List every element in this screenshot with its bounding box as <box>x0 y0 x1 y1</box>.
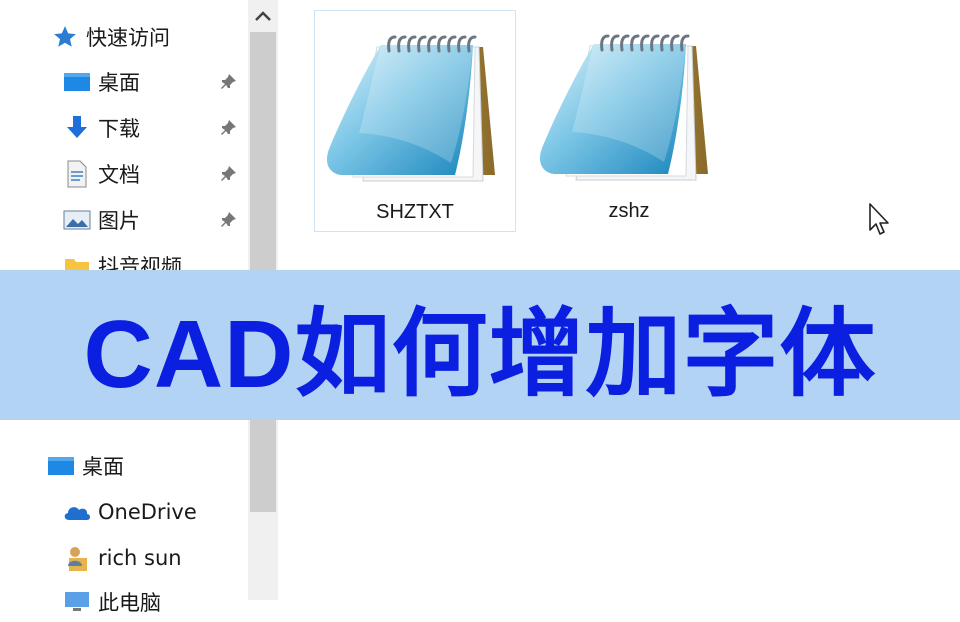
user-folder-icon <box>62 543 92 573</box>
nav-item-label: 桌面 <box>82 455 124 479</box>
file-item-zshz[interactable]: zshz <box>528 10 730 232</box>
file-name: zshz <box>608 200 650 222</box>
notepad-icon <box>536 24 716 194</box>
nav-item-desktop[interactable]: 桌面 <box>62 62 140 102</box>
nav-item-label: 桌面 <box>98 71 140 95</box>
title-banner: CAD如何增加字体 <box>0 270 960 420</box>
file-item-shztxt[interactable]: SHZTXT <box>314 10 516 232</box>
nav-quick-access[interactable]: 快速访问 <box>50 17 170 57</box>
nav-item-label: 文档 <box>98 163 140 187</box>
notepad-icon <box>323 25 503 195</box>
pin-icon <box>218 71 240 93</box>
nav-item-pictures[interactable]: 图片 <box>62 200 140 240</box>
pin-icon <box>218 117 240 139</box>
chevron-up-icon <box>255 11 271 21</box>
desktop-folder-icon <box>46 451 76 481</box>
nav-item-user[interactable]: rich sun <box>62 538 182 578</box>
nav-item-downloads[interactable]: 下载 <box>62 108 140 148</box>
star-icon <box>50 22 80 52</box>
computer-icon <box>62 587 92 617</box>
desktop-folder-icon <box>62 67 92 97</box>
nav-item-this-pc[interactable]: 此电脑 <box>62 582 161 622</box>
nav-item-label: OneDrive <box>98 500 197 524</box>
nav-item-label: 此电脑 <box>98 591 161 615</box>
download-arrow-icon <box>62 113 92 143</box>
nav-item-onedrive[interactable]: OneDrive <box>62 492 197 532</box>
pin-icon <box>218 209 240 231</box>
document-folder-icon <box>62 159 92 189</box>
nav-item-label: 下载 <box>98 117 140 141</box>
nav-item-desktop-root[interactable]: 桌面 <box>46 446 124 486</box>
mouse-cursor-icon <box>869 203 889 235</box>
nav-item-label: 图片 <box>98 209 140 233</box>
onedrive-cloud-icon <box>62 497 92 527</box>
banner-title: CAD如何增加字体 <box>83 300 877 408</box>
pin-icon <box>218 163 240 185</box>
nav-item-documents[interactable]: 文档 <box>62 154 140 194</box>
scroll-up-button[interactable] <box>248 0 278 32</box>
pictures-folder-icon <box>62 205 92 235</box>
nav-item-label: rich sun <box>98 546 182 570</box>
file-name: SHZTXT <box>376 201 454 223</box>
nav-quick-access-label: 快速访问 <box>86 26 170 50</box>
